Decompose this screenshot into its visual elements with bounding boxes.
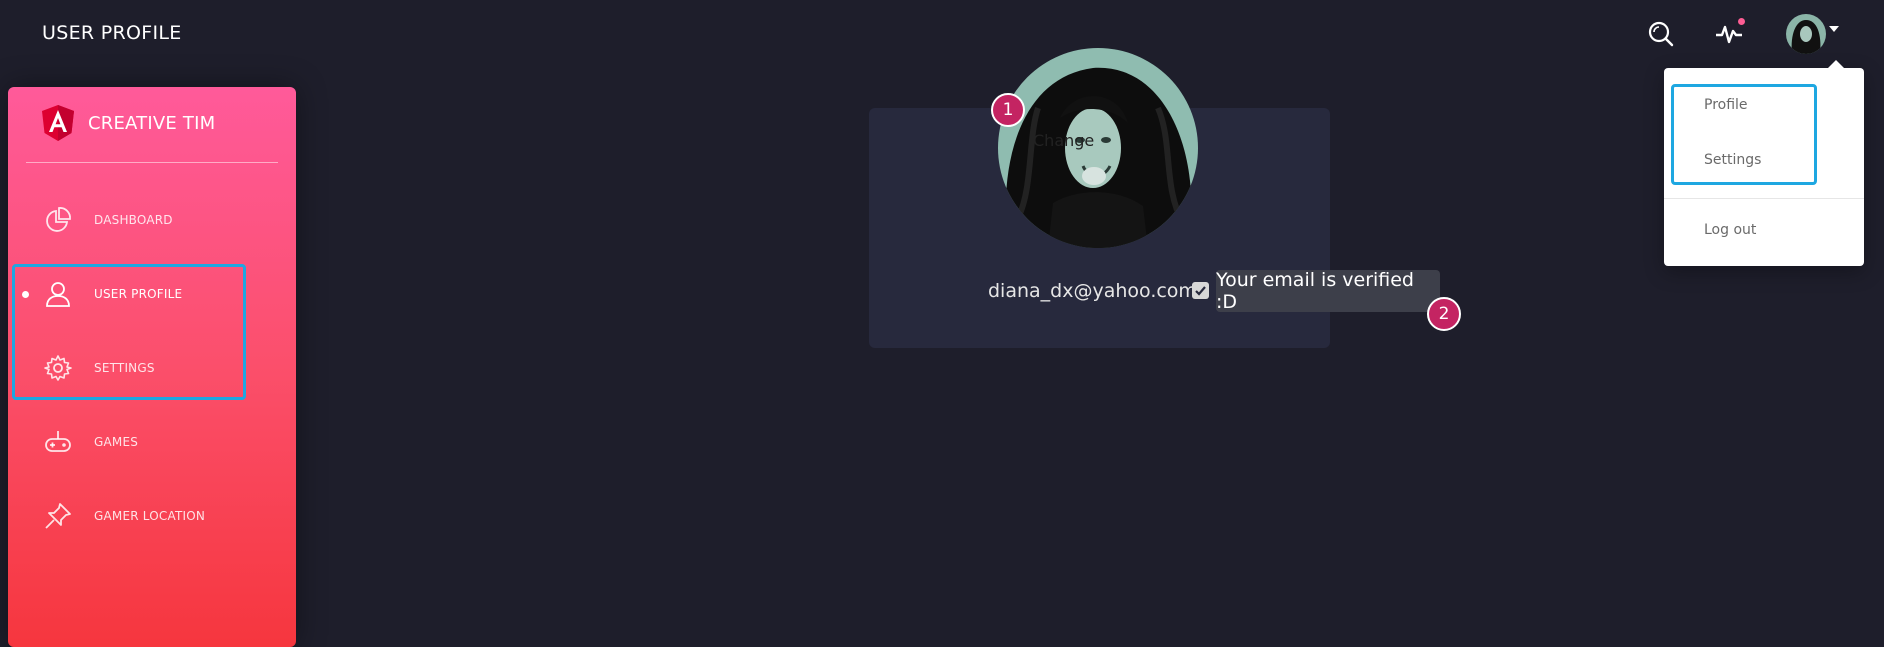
- highlight-box-dropdown: [1671, 84, 1817, 185]
- sidebar-item-games[interactable]: GAMES: [8, 412, 296, 472]
- profile-avatar-image: [998, 48, 1198, 248]
- avatar-image: [1786, 14, 1826, 54]
- chart-pie-icon: [43, 205, 73, 235]
- gamepad-icon: [43, 427, 73, 457]
- search-icon: [1648, 21, 1674, 47]
- sidebar-item-label: DASHBOARD: [94, 213, 173, 227]
- annotation-badge-2: 2: [1427, 297, 1461, 331]
- activity-button[interactable]: [1709, 14, 1749, 54]
- highlight-box-sidebar: [12, 264, 246, 400]
- email-text: diana_dx@yahoo.com: [988, 280, 1197, 302]
- verified-tooltip: Your email is verified :D: [1216, 269, 1440, 313]
- dropdown-item-logout[interactable]: Log out: [1704, 222, 1756, 238]
- page-title: USER PROFILE: [42, 22, 182, 44]
- change-avatar-label[interactable]: Change: [1033, 131, 1094, 150]
- sidebar-item-dashboard[interactable]: DASHBOARD: [8, 190, 296, 250]
- user-avatar-button[interactable]: [1786, 14, 1826, 54]
- angular-logo-icon: [42, 105, 74, 141]
- profile-avatar[interactable]: [998, 48, 1198, 248]
- annotation-badge-1: 1: [991, 93, 1025, 127]
- chevron-down-icon[interactable]: [1829, 26, 1839, 32]
- pulse-icon: [1716, 25, 1742, 44]
- divider: [26, 162, 278, 163]
- verified-checkbox[interactable]: [1192, 282, 1209, 299]
- sidebar-item-gamer-location[interactable]: GAMER LOCATION: [8, 486, 296, 546]
- sidebar-item-label: GAMES: [94, 435, 139, 449]
- brand-name: CREATIVE TIM: [88, 112, 216, 134]
- sidebar-item-label: GAMER LOCATION: [94, 509, 206, 523]
- search-button[interactable]: [1641, 14, 1681, 54]
- notification-dot: [1738, 18, 1745, 25]
- pin-icon: [43, 501, 73, 531]
- dropdown-divider: [1664, 198, 1864, 199]
- check-icon: [1195, 286, 1206, 296]
- brand-logo[interactable]: CREATIVE TIM: [42, 105, 215, 141]
